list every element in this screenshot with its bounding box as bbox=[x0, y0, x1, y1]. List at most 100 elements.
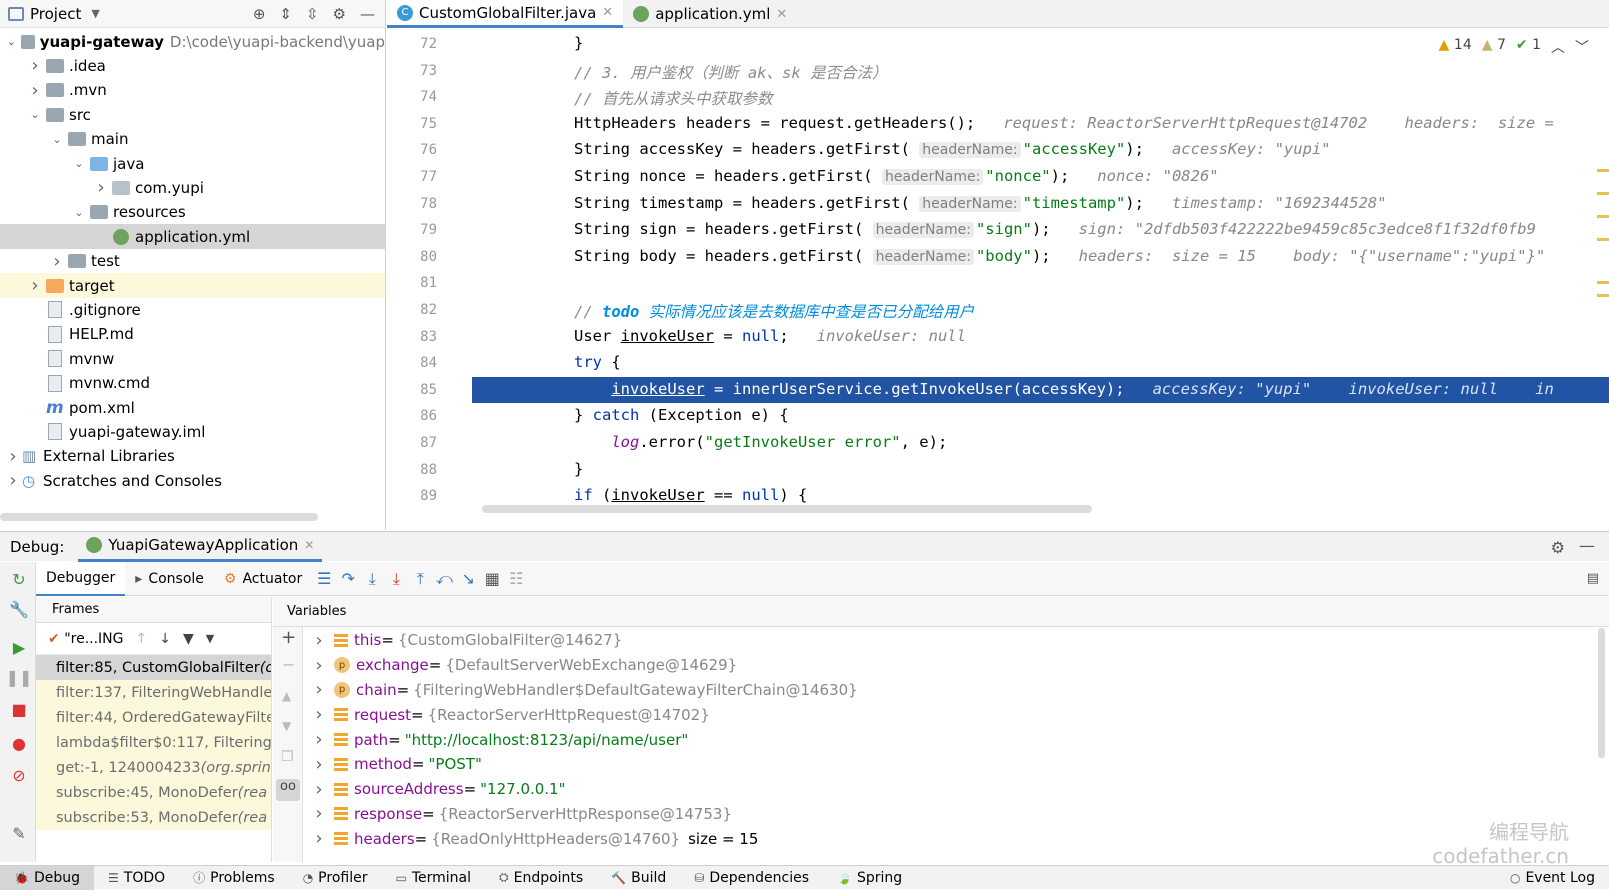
arrow-up-icon[interactable]: ↑ bbox=[136, 631, 148, 647]
chevron-right-icon[interactable]: › bbox=[50, 251, 64, 272]
mute-breakpoints-icon[interactable]: ⊘ bbox=[10, 766, 28, 785]
remove-watch-icon[interactable]: − bbox=[282, 655, 295, 674]
variables-list[interactable]: › this = {CustomGlobalFilter@14627} › p excha… bbox=[304, 628, 1604, 862]
variable-row[interactable]: › path = "http://localhost:8123/api/name/u… bbox=[304, 727, 1604, 752]
chevron-down-icon[interactable]: ⌄ bbox=[6, 35, 17, 48]
variable-row[interactable]: › response = {ReactorServerHttpResponse@14… bbox=[304, 802, 1604, 827]
variable-row[interactable]: › method = "POST" bbox=[304, 752, 1604, 777]
tab-application-yml[interactable]: application.yml ✕ bbox=[623, 0, 797, 28]
tree-item-yuapi-gateway[interactable]: ⌄ yuapi-gateway D:\code\yuapi-backend\yuap bbox=[0, 29, 385, 54]
chevron-right-icon[interactable]: › bbox=[28, 80, 42, 101]
filter-icon[interactable]: ▼ bbox=[183, 631, 194, 647]
code-line[interactable]: String accessKey = headers.getFirst( hea… bbox=[574, 140, 1331, 159]
variable-row[interactable]: › this = {CustomGlobalFilter@14627} bbox=[304, 628, 1604, 653]
tool-build[interactable]: 🔨 Build bbox=[597, 866, 680, 890]
tree-item-src[interactable]: ⌄ src bbox=[0, 102, 385, 127]
code-line[interactable]: invokeUser = innerUserService.getInvokeU… bbox=[574, 380, 1554, 398]
chevron-down-icon[interactable]: ▼ bbox=[91, 7, 99, 20]
frame-row[interactable]: subscribe:53, MonoDefer (rea bbox=[36, 805, 271, 830]
code-line[interactable]: User invokeUser = null; invokeUser: null bbox=[574, 327, 966, 345]
chevron-down-icon[interactable]: ⌄ bbox=[28, 108, 42, 121]
line-number[interactable]: 84 bbox=[387, 355, 437, 371]
arrow-down-icon[interactable]: ↓ bbox=[159, 631, 171, 647]
chevron-down-icon[interactable]: ⌄ bbox=[72, 157, 86, 170]
variable-row[interactable]: › headers = {ReadOnlyHttpHeaders@14760} siz… bbox=[304, 826, 1604, 851]
gear-icon[interactable]: ⚙ bbox=[333, 5, 346, 23]
run-config-tab[interactable]: YuapiGatewayApplication ✕ bbox=[78, 532, 323, 562]
step-into-icon[interactable]: ⤓ bbox=[360, 569, 384, 589]
chevron-right-icon[interactable]: › bbox=[304, 803, 334, 824]
pause-icon[interactable]: ❚❚ bbox=[6, 668, 33, 687]
chevron-right-icon[interactable]: › bbox=[28, 55, 42, 76]
frame-row[interactable]: filter:137, FilteringWebHandle bbox=[36, 680, 271, 705]
tool-profiler[interactable]: ◔ Profiler bbox=[289, 866, 382, 890]
tree-item-com-yupi[interactable]: › com.yupi bbox=[0, 175, 385, 200]
variable-row[interactable]: › request = {ReactorServerHttpRequest@1470… bbox=[304, 702, 1604, 727]
tab-customglobalfilter[interactable]: C CustomGlobalFilter.java ✕ bbox=[387, 0, 624, 28]
close-icon[interactable]: ✕ bbox=[776, 7, 787, 22]
tree-item-java[interactable]: ⌄ java bbox=[0, 151, 385, 176]
collapse-all-icon[interactable]: ⇳ bbox=[306, 5, 319, 23]
close-icon[interactable]: ✕ bbox=[304, 538, 314, 552]
code-line[interactable]: // 首先从请求头中获取参数 bbox=[574, 87, 773, 109]
chevron-right-icon[interactable]: › bbox=[304, 630, 334, 651]
line-number[interactable]: 77 bbox=[387, 169, 437, 185]
tree-item--idea[interactable]: › .idea bbox=[0, 53, 385, 78]
line-number[interactable]: 75 bbox=[387, 116, 437, 132]
add-watch-icon[interactable]: + bbox=[281, 627, 296, 648]
frame-row[interactable]: get:-1, 1240004233 (org.sprin bbox=[36, 755, 271, 780]
line-number[interactable]: 83 bbox=[387, 329, 437, 345]
code-editor[interactable]: 72} 73 // 3. 用户鉴权（判断 ak、sk 是否合法） 74 // 首先从请求… bbox=[387, 29, 1609, 529]
tree-item-yuapi-gateway-iml[interactable]: yuapi-gateway.iml bbox=[0, 419, 385, 444]
line-number[interactable]: 85 bbox=[387, 382, 437, 398]
move-down-icon[interactable]: ▼ bbox=[282, 719, 291, 733]
expand-all-icon[interactable]: ⇕ bbox=[279, 5, 292, 23]
project-title[interactable]: Project bbox=[30, 5, 81, 23]
line-number[interactable]: 87 bbox=[387, 435, 437, 451]
code-line[interactable]: } bbox=[574, 460, 583, 478]
thread-selector[interactable]: ✔ "re...ING bbox=[48, 631, 124, 647]
code-line[interactable]: // 3. 用户鉴权（判断 ak、sk 是否合法） bbox=[574, 61, 887, 83]
resume-icon[interactable]: ▶ bbox=[10, 638, 28, 657]
duplicate-icon[interactable]: ❐ bbox=[281, 749, 294, 765]
editor-horizontal-scrollbar[interactable] bbox=[482, 505, 1092, 513]
frames-list[interactable]: filter:85, CustomGlobalFilter (cfilter:1… bbox=[36, 655, 271, 830]
frame-row[interactable]: filter:85, CustomGlobalFilter (c bbox=[36, 655, 271, 680]
chevron-up-icon[interactable]: ︿ bbox=[1551, 37, 1565, 57]
tool-todo[interactable]: ☰ TODO bbox=[94, 866, 179, 890]
tab-console[interactable]: ▸ Console bbox=[125, 562, 214, 596]
line-number[interactable]: 86 bbox=[387, 408, 437, 424]
locate-icon[interactable]: ⊕ bbox=[253, 5, 266, 23]
minimize-icon[interactable]: — bbox=[1579, 536, 1595, 555]
frame-row[interactable]: filter:44, OrderedGatewayFilte bbox=[36, 705, 271, 730]
line-number[interactable]: 79 bbox=[387, 222, 437, 238]
inspection-widget[interactable]: ▲ 14 ▲ 7 ✔ 1 ︿ ﹀ bbox=[1439, 37, 1589, 57]
variable-row[interactable]: › sourceAddress = "127.0.0.1" bbox=[304, 777, 1604, 802]
chevron-down-icon[interactable]: ▼ bbox=[206, 632, 214, 645]
tree-item-pom-xml[interactable]: m pom.xml bbox=[0, 395, 385, 420]
tree-item-target[interactable]: › target bbox=[0, 273, 385, 298]
menu-icon[interactable]: ☰ bbox=[312, 569, 336, 588]
warning-count[interactable]: ▲ 14 bbox=[1439, 37, 1472, 57]
tool-spring[interactable]: 🍃 Spring bbox=[823, 866, 916, 890]
tool-problems[interactable]: ⓘ Problems bbox=[179, 866, 289, 890]
variables-scrollbar[interactable] bbox=[1598, 628, 1605, 758]
code-line[interactable]: String nonce = headers.getFirst( headerN… bbox=[574, 167, 1219, 185]
chevron-right-icon[interactable]: › bbox=[28, 275, 42, 296]
chevron-down-icon[interactable]: ⌄ bbox=[50, 133, 64, 146]
chevron-right-icon[interactable]: › bbox=[304, 729, 334, 750]
chevron-right-icon[interactable]: › bbox=[304, 679, 334, 700]
weak-warning-count[interactable]: ▲ 7 bbox=[1482, 37, 1506, 57]
code-line[interactable]: log.error("getInvokeUser error", e); bbox=[574, 433, 947, 451]
tree-item--gitignore[interactable]: .gitignore bbox=[0, 297, 385, 322]
tree-item-mvnw[interactable]: mvnw bbox=[0, 346, 385, 371]
tree-item-external-libraries[interactable]: › ▥ External Libraries bbox=[0, 444, 385, 469]
run-to-cursor-icon[interactable]: ↘ bbox=[456, 569, 480, 588]
drop-frame-icon[interactable]: ⤺ bbox=[432, 569, 456, 589]
tree-item-scratches-and-consoles[interactable]: › ◷ Scratches and Consoles bbox=[0, 468, 385, 493]
variable-row[interactable]: › p exchange = {DefaultServerWebExchange@14… bbox=[304, 653, 1604, 678]
stop-icon[interactable]: ■ bbox=[10, 700, 28, 719]
chevron-right-icon[interactable]: › bbox=[6, 446, 20, 467]
layout-icon[interactable]: ▤ bbox=[1587, 571, 1599, 586]
chevron-down-icon[interactable]: ⌄ bbox=[72, 206, 86, 219]
